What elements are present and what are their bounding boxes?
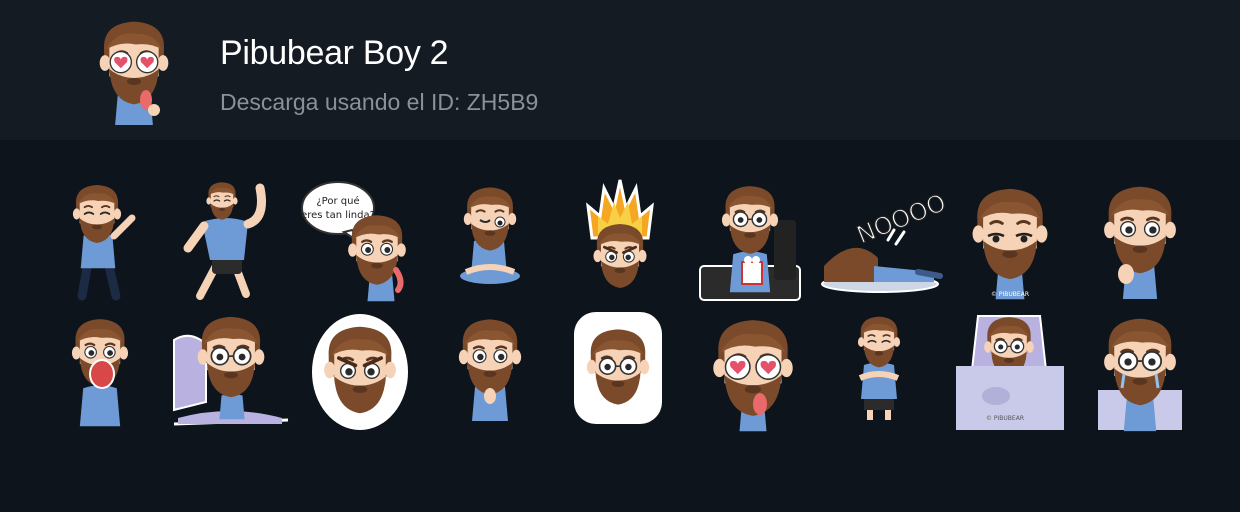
pack-title: Pibubear Boy 2 [220,34,449,72]
sticker-heart-eyes[interactable] [700,312,806,432]
sticker-watermark: © PIBUBEAR [991,291,1029,298]
sticker-unimpressed[interactable]: © PIBUBEAR [962,178,1058,300]
pack-icon-sticker[interactable] [88,14,180,126]
sticker-thinking[interactable] [1094,178,1186,300]
sticker-teary[interactable] [1094,310,1186,432]
sticker-watermark-2: © PIBUBEAR [986,415,1024,422]
sticker-pondering[interactable] [450,312,530,422]
sticker-cinema-popcorn[interactable] [699,180,801,302]
sticker-flexing[interactable] [182,178,270,300]
sticker-fire-hair[interactable] [584,179,656,302]
sticker-sitting-sad[interactable] [450,180,530,286]
sticker-dancing[interactable] [62,178,138,301]
sticker-crying-loud[interactable] [64,310,136,430]
pack-header: Pibubear Boy 2 Descarga usando el ID: ZH… [0,0,1240,140]
sticker-pleading[interactable] [574,312,662,424]
nooo-text: NOOOO [853,188,950,249]
sticker-sick-in-bed[interactable]: © PIBUBEAR [956,310,1064,432]
pack-download-id: Descarga usando el ID: ZH5B9 [220,89,539,115]
sticker-speech-bubble[interactable]: ¿Por qué eres tan linda? [300,178,420,302]
sticker-arms-crossed[interactable] [846,312,912,422]
sticker-nooo[interactable]: NOOOO [818,180,951,294]
sticker-grid: ¿Por qué eres tan linda? NOOOO © PIBUBEA… [0,140,1240,512]
sticker-in-bed[interactable] [170,310,290,430]
sticker-angry-big[interactable] [310,312,410,432]
bubble-text-line1: ¿Por qué [316,195,359,207]
